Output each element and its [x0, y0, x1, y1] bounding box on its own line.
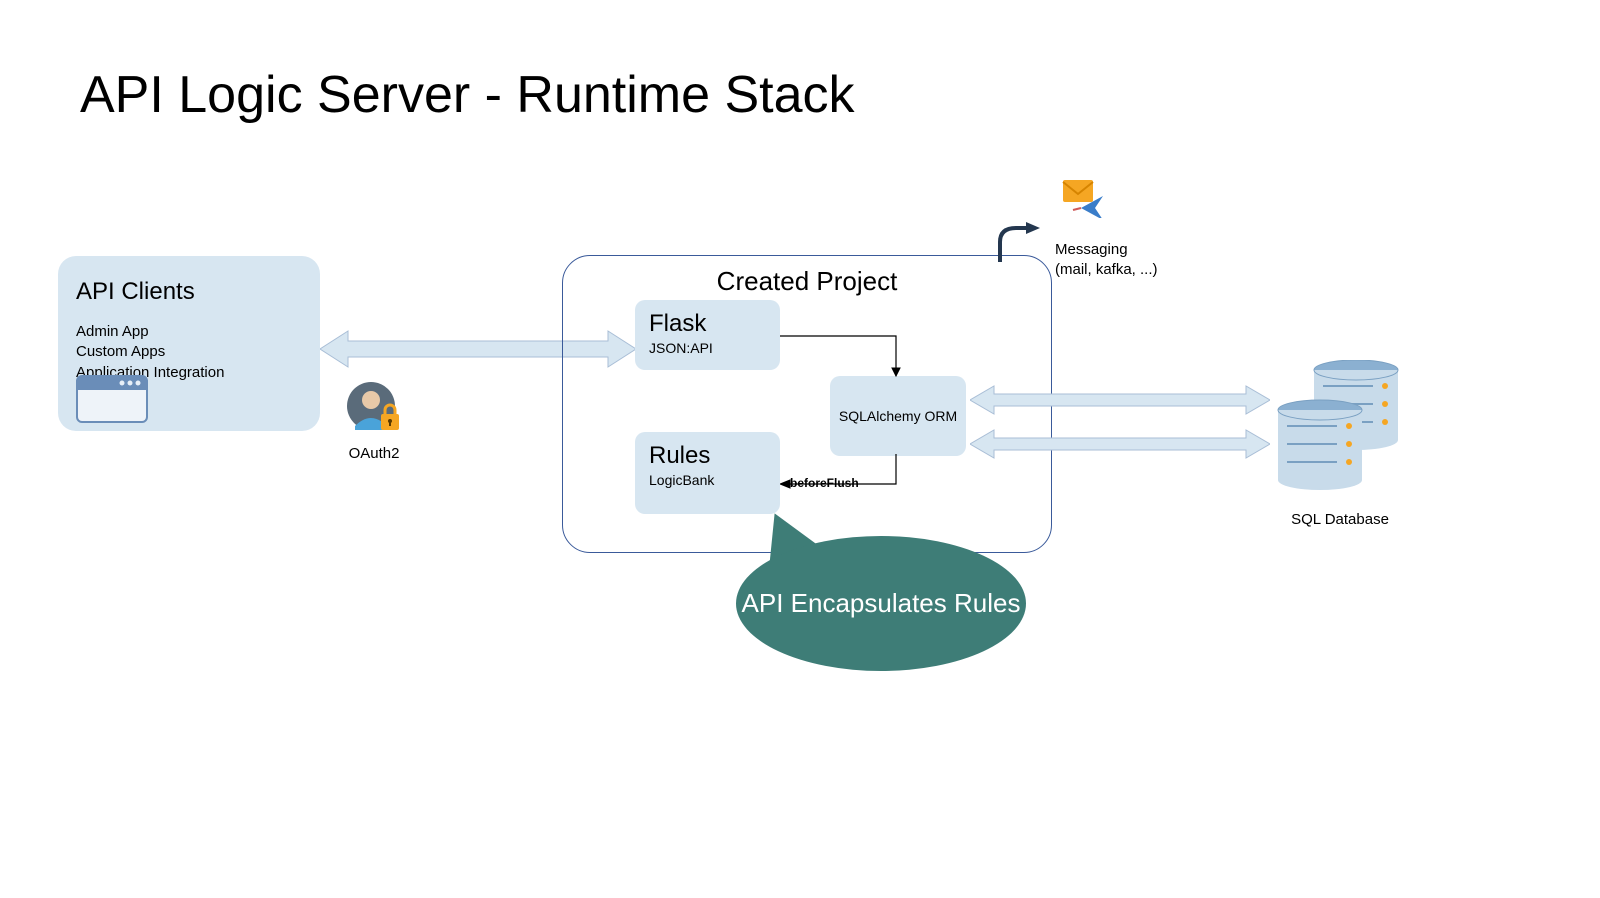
flask-to-orm-arrow	[780, 334, 910, 384]
api-clients-title: API Clients	[76, 278, 302, 306]
messaging-arrow-icon	[994, 222, 1040, 262]
created-project-title: Created Project	[717, 266, 898, 297]
api-clients-list: Admin App Custom Apps Application Integr…	[76, 322, 302, 383]
callout-text: API Encapsulates Rules	[742, 588, 1021, 619]
before-flush-label: beforeFlush	[790, 476, 859, 490]
api-clients-item: Custom Apps	[76, 342, 302, 362]
page-title: API Logic Server - Runtime Stack	[80, 65, 855, 125]
oauth2-icon-group: OAuth2	[345, 382, 403, 462]
bidirectional-arrow-icon	[970, 384, 1270, 416]
database-group: SQL Database	[1275, 360, 1405, 528]
flask-box: Flask JSON:API	[635, 300, 780, 370]
bidirectional-arrow-icon	[970, 428, 1270, 460]
rules-box: Rules LogicBank	[635, 432, 780, 514]
rules-subtitle: LogicBank	[649, 472, 766, 488]
database-stack-icon	[1275, 360, 1405, 500]
api-clients-item: Admin App	[76, 322, 302, 342]
callout-ellipse: API Encapsulates Rules	[736, 536, 1026, 671]
messaging-line1: Messaging	[1055, 240, 1158, 260]
messaging-line2: (mail, kafka, ...)	[1055, 260, 1158, 280]
database-label: SQL Database	[1275, 511, 1405, 528]
mail-send-icon	[1059, 178, 1105, 218]
sqlalchemy-box: SQLAlchemy ORM	[830, 376, 966, 456]
oauth2-label: OAuth2	[345, 445, 403, 462]
flask-subtitle: JSON:API	[649, 340, 766, 356]
flask-title: Flask	[649, 310, 766, 338]
browser-window-icon	[76, 375, 148, 423]
messaging-label: Messaging (mail, kafka, ...)	[1055, 240, 1158, 279]
api-clients-box: API Clients Admin App Custom Apps Applic…	[58, 256, 320, 431]
rules-title: Rules	[649, 442, 766, 470]
user-lock-icon	[345, 382, 403, 434]
messaging-group: Messaging (mail, kafka, ...)	[1055, 178, 1158, 279]
